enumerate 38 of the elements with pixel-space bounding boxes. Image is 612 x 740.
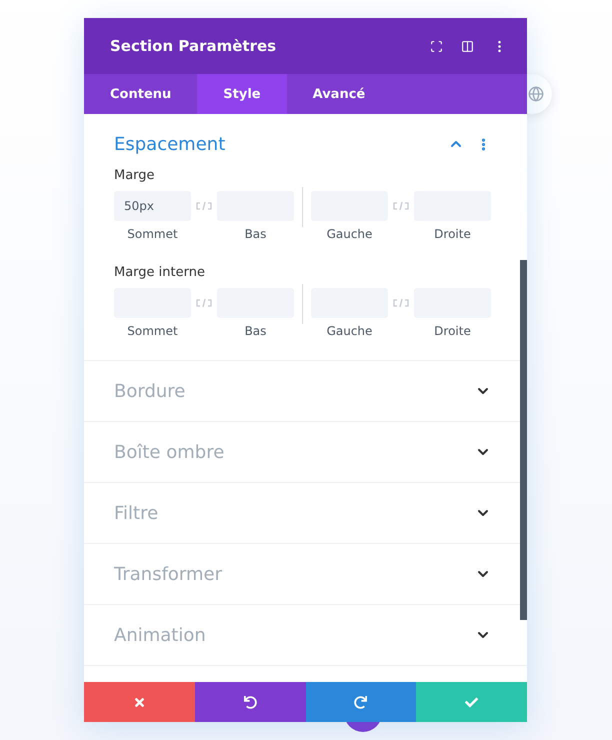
save-button[interactable]: [416, 682, 527, 722]
section-header[interactable]: Filtre: [84, 483, 527, 543]
field-caption: Sommet: [127, 324, 178, 338]
field-caption: Sommet: [127, 227, 178, 241]
section-header[interactable]: Transformer: [84, 544, 527, 604]
section-title: Boîte ombre: [114, 442, 226, 462]
check-icon: [465, 696, 478, 708]
field-caption: Gauche: [326, 324, 372, 338]
redo-icon: [354, 696, 368, 708]
globe-icon: [528, 86, 544, 102]
tab[interactable]: Contenu: [84, 74, 198, 114]
cancel-button[interactable]: [84, 682, 195, 722]
scrollbar[interactable]: [520, 260, 527, 620]
field-label: Marge: [114, 168, 156, 183]
tab[interactable]: Avancé: [286, 74, 392, 114]
tab[interactable]: Style: [197, 74, 287, 114]
redo-button[interactable]: [306, 682, 416, 722]
section-header[interactable]: Bordure: [84, 361, 527, 421]
undo-icon: [244, 696, 257, 708]
input-field[interactable]: 50px: [114, 191, 191, 221]
field-caption: Gauche: [326, 227, 372, 241]
section-title: Transformer: [114, 564, 224, 584]
fullscreen-icon[interactable]: [430, 40, 443, 52]
field-caption: Droite: [434, 227, 471, 241]
section-title: Espacement: [114, 134, 226, 154]
section-title: Bordure: [114, 380, 186, 402]
close-icon: [132, 696, 146, 708]
section-title: Animation: [114, 624, 207, 646]
section-header[interactable]: Animation: [84, 605, 527, 665]
field-caption: Bas: [244, 324, 266, 338]
columns-icon[interactable]: [461, 40, 474, 52]
field-caption: Droite: [434, 324, 471, 338]
section-title: Filtre: [114, 502, 160, 524]
undo-button[interactable]: [194, 682, 306, 722]
field-label: Marge interne: [114, 265, 206, 280]
section-header[interactable]: Boîte ombre: [84, 422, 527, 482]
field-caption: Bas: [244, 227, 266, 241]
window-title: Section Paramètres: [110, 37, 278, 55]
